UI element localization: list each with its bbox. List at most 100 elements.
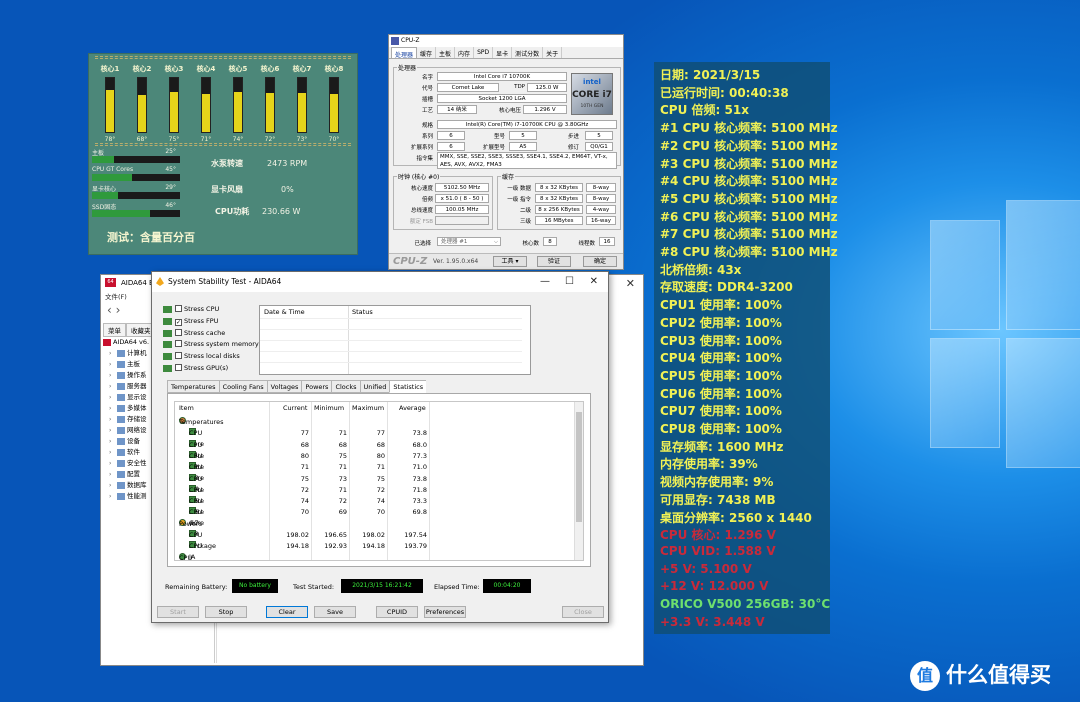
checkbox[interactable] (175, 364, 182, 371)
expand-icon[interactable]: › (109, 425, 117, 436)
forward-icon[interactable]: › (116, 303, 121, 317)
table-row[interactable]: CPU Core #672717271.8 (175, 484, 575, 516)
stress-option[interactable]: Stress cache (163, 328, 225, 339)
expand-icon[interactable]: › (109, 348, 117, 359)
checkbox[interactable] (175, 352, 182, 360)
osd-line: ORICO V500 256GB: 30°C (660, 597, 831, 611)
sensor-row: 显卡核心 29° (92, 184, 180, 202)
cpuz-tab[interactable]: 主板 (436, 47, 456, 58)
sensor-tab[interactable]: Powers (301, 380, 332, 393)
clear-button[interactable]: Clear (266, 606, 308, 618)
close-button[interactable]: Close (562, 606, 604, 618)
checkbox-label: Stress CPU (184, 305, 220, 313)
vertical-scrollbar[interactable] (574, 402, 583, 560)
core-temp-fill (202, 93, 210, 132)
expand-icon[interactable]: › (109, 469, 117, 480)
divider (95, 143, 351, 146)
expand-icon[interactable]: › (109, 480, 117, 491)
preferences-button[interactable]: Preferences (424, 606, 466, 618)
expand-icon[interactable]: › (109, 458, 117, 469)
cpuz-tab[interactable]: 测试分数 (512, 47, 544, 58)
table-row[interactable]: CPU IA Cores194.18192.93194.18193.79 (175, 541, 575, 560)
sensor-tab[interactable]: Voltages (266, 380, 302, 393)
core-temp-value: 70° (328, 136, 340, 143)
cpuz-app-icon (391, 37, 399, 45)
stress-option[interactable]: Stress system memory (163, 339, 259, 350)
intel-logo-brand: intel (583, 78, 601, 86)
table-row[interactable]: CPU Core #380758077.3 (175, 450, 575, 482)
expand-icon[interactable]: › (109, 370, 117, 381)
close-icon[interactable]: ✕ (626, 276, 635, 292)
expand-icon[interactable]: › (109, 436, 117, 447)
expand-icon[interactable]: › (109, 392, 117, 403)
table-group-row[interactable]: CPU (175, 552, 575, 560)
osd-line: CPU6 使用率: 100% (660, 386, 782, 401)
sensor-tab[interactable]: Cooling Fans (218, 380, 267, 393)
cpuz-tab[interactable]: 缓存 (417, 47, 437, 58)
divider (95, 56, 351, 59)
table-group-row[interactable]: Temperatures (175, 417, 575, 428)
checkbox[interactable] (175, 328, 182, 336)
start-button[interactable]: Start (157, 606, 199, 618)
cell-max: 80 (376, 451, 385, 460)
cell-max: 198.02 (362, 531, 385, 539)
checkbox[interactable]: ✓ (175, 318, 182, 326)
core-temp-value: 74° (232, 136, 244, 143)
checkbox[interactable] (175, 305, 182, 312)
table-row[interactable]: CPU Core #575737573.8 (175, 473, 575, 505)
tree-item-label: 软件 (127, 448, 140, 456)
minimize-icon[interactable]: — (540, 272, 550, 292)
scrollbar-thumb[interactable] (576, 412, 582, 522)
back-icon[interactable]: ‹ (107, 303, 112, 317)
stress-option[interactable]: Stress CPU (163, 304, 219, 315)
close-icon[interactable]: ✕ (590, 272, 598, 292)
table-row[interactable]: CPU Core #268686868.0 (175, 439, 575, 471)
cpuz-tab[interactable]: 处理器 (391, 47, 418, 59)
log-gridline (260, 340, 522, 341)
cpuz-tab[interactable]: 关于 (543, 47, 563, 58)
spec-label: 规格 (421, 123, 433, 129)
sensor-tab[interactable]: Clocks (331, 380, 360, 393)
ok-button[interactable]: 确定 (583, 256, 617, 267)
expand-icon[interactable]: › (109, 381, 117, 392)
table-row[interactable]: CPU Package 198.02 196.65 198.02 197.54 (175, 530, 575, 550)
save-button[interactable]: Save (314, 606, 356, 618)
stress-option[interactable]: ✓ Stress FPU (163, 316, 218, 327)
expand-icon[interactable]: › (109, 491, 117, 502)
stress-option[interactable]: Stress local disks (163, 351, 240, 362)
stop-button[interactable]: Stop (205, 606, 247, 618)
cpuz-tab[interactable]: 内存 (455, 47, 475, 58)
sensor-tab[interactable]: Statistics (389, 380, 427, 393)
sensor-tab[interactable]: Temperatures (167, 380, 219, 393)
maximize-icon[interactable]: ☐ (565, 272, 574, 292)
processor-select[interactable]: 处理器 #1 ⌵ (437, 237, 501, 246)
tab-menu[interactable]: 菜单 (103, 323, 126, 337)
stress-option[interactable]: Stress GPU(s) (163, 363, 228, 374)
sst-titlebar[interactable]: System Stability Test - AIDA64 — ☐ ✕ (152, 272, 608, 292)
expand-icon[interactable]: › (109, 359, 117, 370)
expand-icon[interactable]: › (109, 447, 117, 458)
table-group-row[interactable]: Powers (175, 518, 575, 530)
ext-family-label: 扩展系列 (410, 145, 433, 151)
cell-cur: 198.02 (286, 531, 309, 539)
tree-item-icon (117, 349, 125, 357)
cpuz-tab[interactable]: 显卡 (493, 47, 513, 58)
sensor-tab[interactable]: Unified (359, 380, 390, 393)
table-row[interactable]: CPU Core #870697069.8 (175, 507, 575, 538)
validate-button[interactable]: 验证 (537, 256, 571, 267)
cpuid-button[interactable]: CPUID (376, 606, 418, 618)
checkbox[interactable] (175, 340, 182, 348)
osd-line: 视频内存使用率: 9% (660, 475, 774, 490)
table-row[interactable]: CPU Core #471717171.0 (175, 462, 575, 493)
expand-icon[interactable]: › (109, 414, 117, 425)
expand-icon[interactable]: › (109, 403, 117, 414)
table-row[interactable]: CPU Core #177717773.8 (175, 428, 575, 459)
l3-value: 16 MBytes (535, 216, 583, 225)
menu-file[interactable]: 文件(F) (105, 293, 127, 301)
cpuz-titlebar[interactable]: CPU-Z (389, 35, 623, 47)
tools-button[interactable]: 工具 ▾ (493, 256, 527, 267)
osd-line: 内存使用率: 39% (660, 457, 758, 472)
table-row[interactable]: CPU Core #7 74 72 74 73.3 (175, 496, 575, 527)
threads-value: 16 (599, 237, 615, 246)
cpuz-tab[interactable]: SPD (474, 47, 494, 58)
